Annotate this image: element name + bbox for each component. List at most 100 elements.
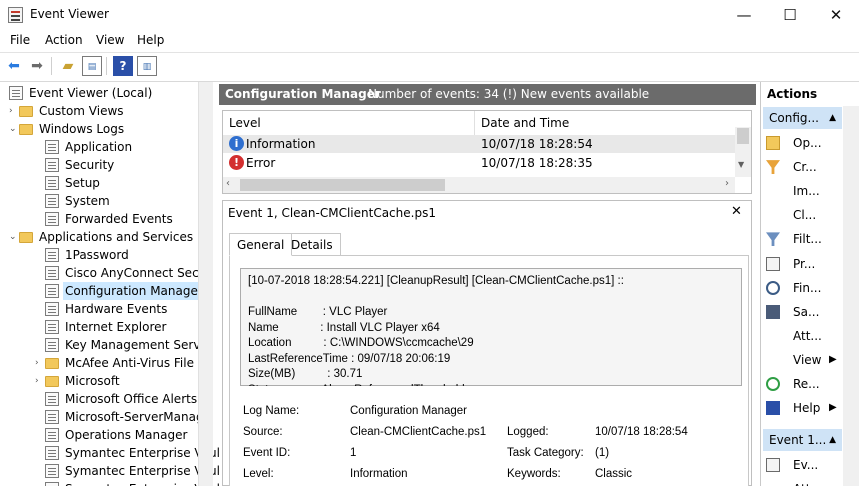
action-item[interactable]: View ▶ bbox=[766, 348, 842, 372]
help-icon[interactable]: ? bbox=[113, 56, 133, 76]
menu-view[interactable]: View bbox=[96, 33, 124, 47]
action-item[interactable]: Cl... bbox=[766, 203, 842, 227]
tree-scrollbar[interactable] bbox=[198, 82, 213, 486]
minimize-button[interactable]: — bbox=[721, 0, 767, 30]
event-row[interactable]: i Information 10/07/18 18:28:54 bbox=[223, 135, 735, 153]
tree-item[interactable]: Microsoft-ServerManage bbox=[0, 408, 211, 426]
show-hide-tree-icon[interactable]: ▤ bbox=[82, 56, 102, 76]
tree-item[interactable]: › Custom Views bbox=[0, 102, 197, 120]
action-item[interactable]: Help ▶ bbox=[766, 396, 842, 420]
menu-action[interactable]: Action bbox=[45, 33, 83, 47]
action-item[interactable]: Cr... bbox=[766, 155, 842, 179]
actions-scrollbar[interactable] bbox=[843, 106, 859, 486]
tree-item[interactable]: Setup bbox=[0, 174, 197, 192]
action-item-label: Pr... bbox=[793, 256, 816, 271]
tree-item[interactable]: Key Management Servic bbox=[0, 336, 210, 354]
collapsed-chevron-icon[interactable]: › bbox=[9, 102, 13, 120]
tree-item[interactable]: Configuration Manager bbox=[0, 282, 205, 300]
scroll-right-arrow-icon[interactable]: › bbox=[725, 178, 729, 189]
event-list-scroll-thumb[interactable] bbox=[737, 128, 749, 144]
action-item[interactable]: Att... bbox=[766, 324, 842, 348]
toolbar-separator bbox=[51, 57, 52, 75]
expanded-chevron-icon[interactable]: ⌄ bbox=[9, 228, 17, 246]
tree-item[interactable]: Microsoft Office Alerts bbox=[0, 390, 197, 408]
collapse-up-icon[interactable]: ▲ bbox=[829, 429, 836, 451]
source-label: Source: bbox=[243, 426, 283, 438]
tree-item[interactable]: Symantec Enterprise Vaul bbox=[0, 444, 220, 462]
tree-item-label: Microsoft Office Alerts bbox=[65, 392, 198, 406]
actions-section-log-label: Config... bbox=[769, 111, 819, 125]
event-list-horizontal-thumb[interactable] bbox=[240, 179, 445, 191]
close-detail-icon[interactable]: ✕ bbox=[731, 204, 742, 219]
tree-item[interactable]: Forwarded Events bbox=[0, 210, 197, 228]
close-button[interactable]: ✕ bbox=[813, 0, 859, 30]
action-item[interactable]: Op... bbox=[766, 131, 842, 155]
event-id-label: Event ID: bbox=[243, 447, 291, 459]
message-line: [10-07-2018 18:28:54.221] [CleanupResult… bbox=[248, 275, 624, 287]
scroll-down-arrow-icon[interactable]: ▼ bbox=[738, 160, 744, 169]
task-category-label: Task Category: bbox=[507, 447, 584, 459]
tree-item[interactable]: Symantec Enterprise Vaul bbox=[0, 462, 220, 480]
column-header-date[interactable]: Date and Time bbox=[481, 111, 569, 135]
action-item-label: Re... bbox=[793, 377, 820, 391]
event-log-icon bbox=[45, 464, 59, 478]
tree-item-label: Internet Explorer bbox=[65, 320, 167, 334]
action-item[interactable]: Sa... bbox=[766, 300, 842, 324]
tree-item[interactable]: System bbox=[0, 192, 197, 210]
tab-details[interactable]: Details bbox=[284, 233, 341, 256]
tree-item[interactable]: Internet Explorer bbox=[0, 318, 197, 336]
action-item[interactable]: Pr... bbox=[766, 252, 842, 276]
action-item[interactable]: Ev... bbox=[766, 453, 842, 477]
keywords-value: Classic bbox=[595, 468, 633, 480]
show-hide-action-pane-icon[interactable]: ▥ bbox=[137, 56, 157, 76]
event-log-icon bbox=[45, 284, 59, 298]
menu-file[interactable]: File bbox=[10, 33, 30, 47]
column-separator[interactable] bbox=[474, 111, 475, 135]
action-item-label: Help bbox=[793, 401, 821, 416]
event-log-icon bbox=[45, 212, 59, 226]
column-header-level[interactable]: Level bbox=[229, 111, 261, 135]
actions-section-event[interactable]: Event 1... ▲ bbox=[763, 429, 842, 451]
tree-item[interactable]: Application bbox=[0, 138, 197, 156]
open-folder-icon bbox=[766, 136, 780, 150]
tree-item[interactable]: Hardware Events bbox=[0, 300, 197, 318]
folder-icon bbox=[45, 376, 59, 387]
maximize-button[interactable]: ☐ bbox=[767, 0, 813, 30]
back-arrow-icon[interactable]: ⬅ bbox=[4, 56, 24, 76]
action-item[interactable]: Filt... bbox=[766, 227, 842, 251]
collapse-up-icon[interactable]: ▲ bbox=[829, 107, 836, 129]
actions-section-log[interactable]: Config... ▲ bbox=[763, 107, 842, 129]
information-icon: i bbox=[229, 136, 244, 151]
scroll-left-arrow-icon[interactable]: ‹ bbox=[226, 178, 230, 189]
forward-arrow-icon[interactable]: ➡ bbox=[27, 56, 47, 76]
action-item[interactable]: Re... bbox=[766, 372, 842, 396]
tree-item[interactable]: › Microsoft bbox=[0, 372, 197, 390]
action-item[interactable]: Att... bbox=[766, 477, 842, 486]
level-value: Information bbox=[350, 468, 408, 480]
event-log-icon bbox=[45, 158, 59, 172]
event-log-icon bbox=[45, 410, 59, 424]
tree-item[interactable]: Cisco AnyConnect Secur bbox=[0, 264, 211, 282]
submenu-arrow-icon: ▶ bbox=[829, 353, 837, 365]
action-item[interactable]: Fin... bbox=[766, 276, 842, 300]
tree-item[interactable]: Security bbox=[0, 156, 197, 174]
event-row[interactable]: ! Error 10/07/18 18:28:35 bbox=[223, 154, 735, 172]
menu-help[interactable]: Help bbox=[137, 33, 164, 47]
action-item[interactable]: Im... bbox=[766, 179, 842, 203]
tree-item[interactable]: ⌄ Windows Logs bbox=[0, 120, 197, 138]
expanded-chevron-icon[interactable]: ⌄ bbox=[9, 120, 17, 138]
event-date: 10/07/18 18:28:35 bbox=[481, 156, 593, 170]
collapsed-chevron-icon[interactable]: › bbox=[35, 354, 39, 372]
tab-general[interactable]: General bbox=[229, 233, 293, 256]
tree-item[interactable]: › McAfee Anti-Virus File Sy bbox=[0, 354, 213, 372]
tree-item[interactable]: Operations Manager bbox=[0, 426, 197, 444]
tree-item[interactable]: ⌄ Applications and Services Lo bbox=[0, 228, 211, 246]
tree-item[interactable]: 1Password bbox=[0, 246, 197, 264]
action-item-label: Ev... bbox=[793, 458, 819, 472]
up-folder-icon[interactable]: ▰ bbox=[58, 56, 78, 76]
tree-item-label: McAfee Anti-Virus File Sy bbox=[65, 356, 213, 370]
collapsed-chevron-icon[interactable]: › bbox=[35, 372, 39, 390]
tree-item[interactable]: Symantec Enterprise Vaul bbox=[0, 480, 220, 486]
tree-item[interactable]: Event Viewer (Local) bbox=[0, 84, 197, 102]
event-log-icon bbox=[45, 176, 59, 190]
